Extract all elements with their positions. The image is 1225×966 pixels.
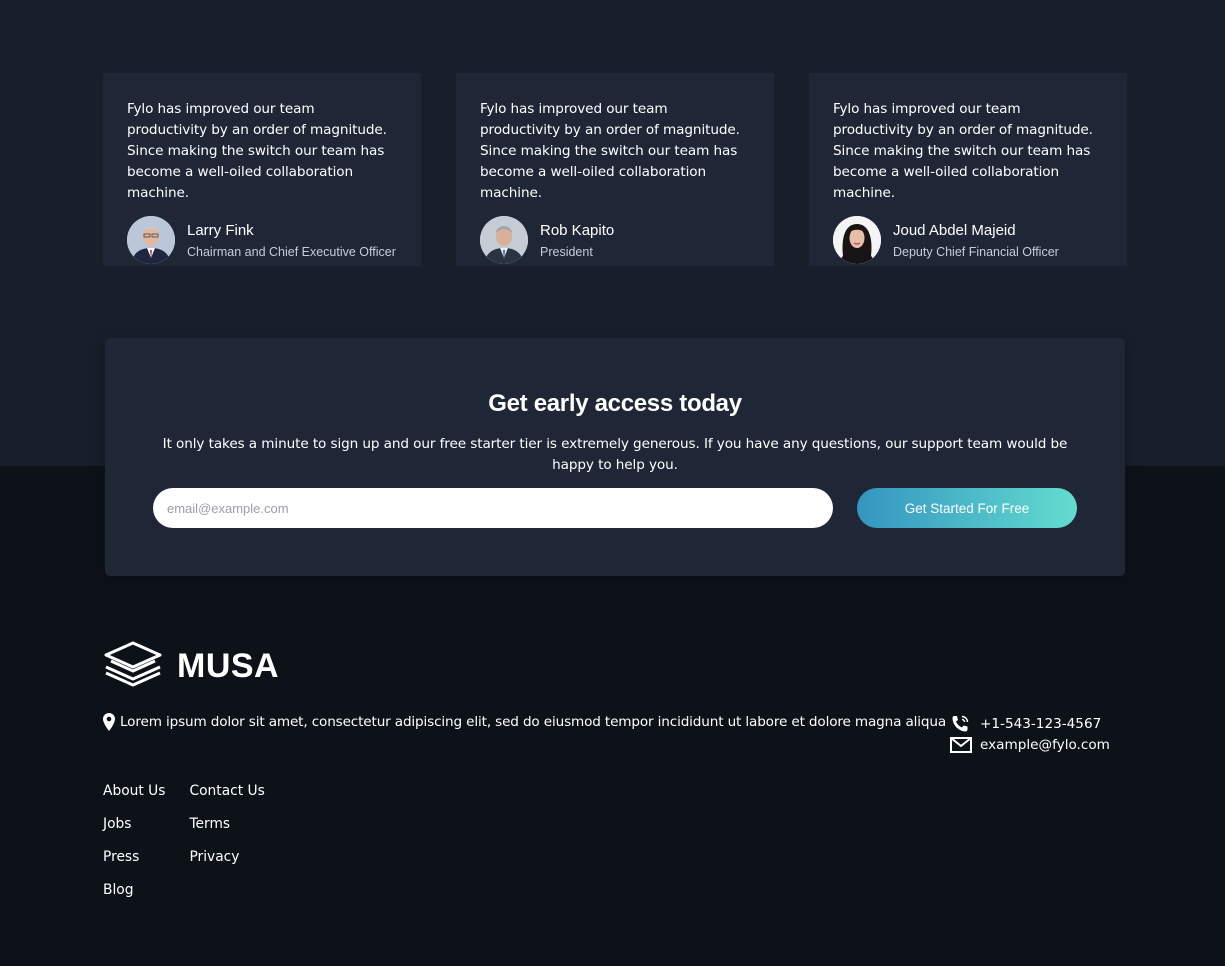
cta-description: It only takes a minute to sign up and ou… (162, 436, 1068, 473)
footer-logo[interactable]: MUSA (103, 640, 279, 692)
footer-address: Lorem ipsum dolor sit amet, consectetur … (103, 713, 946, 731)
testimonial-role: Deputy Chief Financial Officer (893, 244, 1059, 259)
logo-wordmark: MUSA (177, 646, 280, 685)
testimonial-name: Larry Fink (187, 221, 254, 239)
footer-link-jobs[interactable]: Jobs (103, 814, 165, 847)
testimonial-name: Joud Abdel Majeid (893, 221, 1016, 239)
get-started-button[interactable]: Get Started For Free (857, 488, 1077, 528)
testimonial-card: Fylo has improved our team productivity … (103, 73, 421, 266)
location-pin-icon (103, 713, 115, 731)
footer-link-about-us[interactable]: About Us (103, 781, 165, 814)
footer-links-column-1: About Us Jobs Press Blog (103, 781, 165, 913)
testimonial-author: Larry Fink Chairman and Chief Executive … (127, 216, 397, 264)
footer-link-privacy[interactable]: Privacy (189, 847, 264, 880)
avatar (833, 216, 881, 264)
testimonial-quote: Fylo has improved our team productivity … (480, 101, 740, 201)
footer-link-terms[interactable]: Terms (189, 814, 264, 847)
footer-contact: +1-543-123-4567 example@fylo.com (950, 713, 1110, 755)
phone-number: +1-543-123-4567 (980, 715, 1102, 732)
testimonial-quote: Fylo has improved our team productivity … (127, 101, 387, 201)
mail-icon (950, 736, 972, 753)
testimonial-name: Rob Kapito (540, 221, 615, 239)
footer-links: About Us Jobs Press Blog Contact Us Term… (103, 781, 265, 913)
testimonial-role: Chairman and Chief Executive Officer (187, 244, 396, 259)
testimonial-card: Fylo has improved our team productivity … (456, 73, 774, 266)
address-text: Lorem ipsum dolor sit amet, consectetur … (120, 714, 947, 730)
avatar (480, 216, 528, 264)
email-address: example@fylo.com (980, 736, 1110, 753)
email-row[interactable]: example@fylo.com (950, 734, 1110, 755)
testimonials-section: Fylo has improved our team productivity … (103, 73, 1127, 266)
testimonial-role: President (540, 244, 593, 259)
email-input[interactable] (153, 488, 833, 528)
phone-row[interactable]: +1-543-123-4567 (950, 713, 1110, 734)
footer-link-press[interactable]: Press (103, 847, 165, 880)
phone-icon (950, 714, 972, 734)
testimonial-author: Joud Abdel Majeid Deputy Chief Financial… (833, 216, 1103, 264)
testimonial-quote: Fylo has improved our team productivity … (833, 101, 1093, 201)
stacked-layers-icon (103, 640, 163, 692)
testimonial-card: Fylo has improved our team productivity … (809, 73, 1127, 266)
footer-link-contact-us[interactable]: Contact Us (189, 781, 264, 814)
footer-link-blog[interactable]: Blog (103, 880, 165, 913)
testimonial-author: Rob Kapito President (480, 216, 750, 264)
cta-title: Get early access today (488, 390, 742, 417)
avatar (127, 216, 175, 264)
footer-links-column-2: Contact Us Terms Privacy (189, 781, 264, 913)
early-access-panel: Get early access today It only takes a m… (105, 338, 1125, 576)
